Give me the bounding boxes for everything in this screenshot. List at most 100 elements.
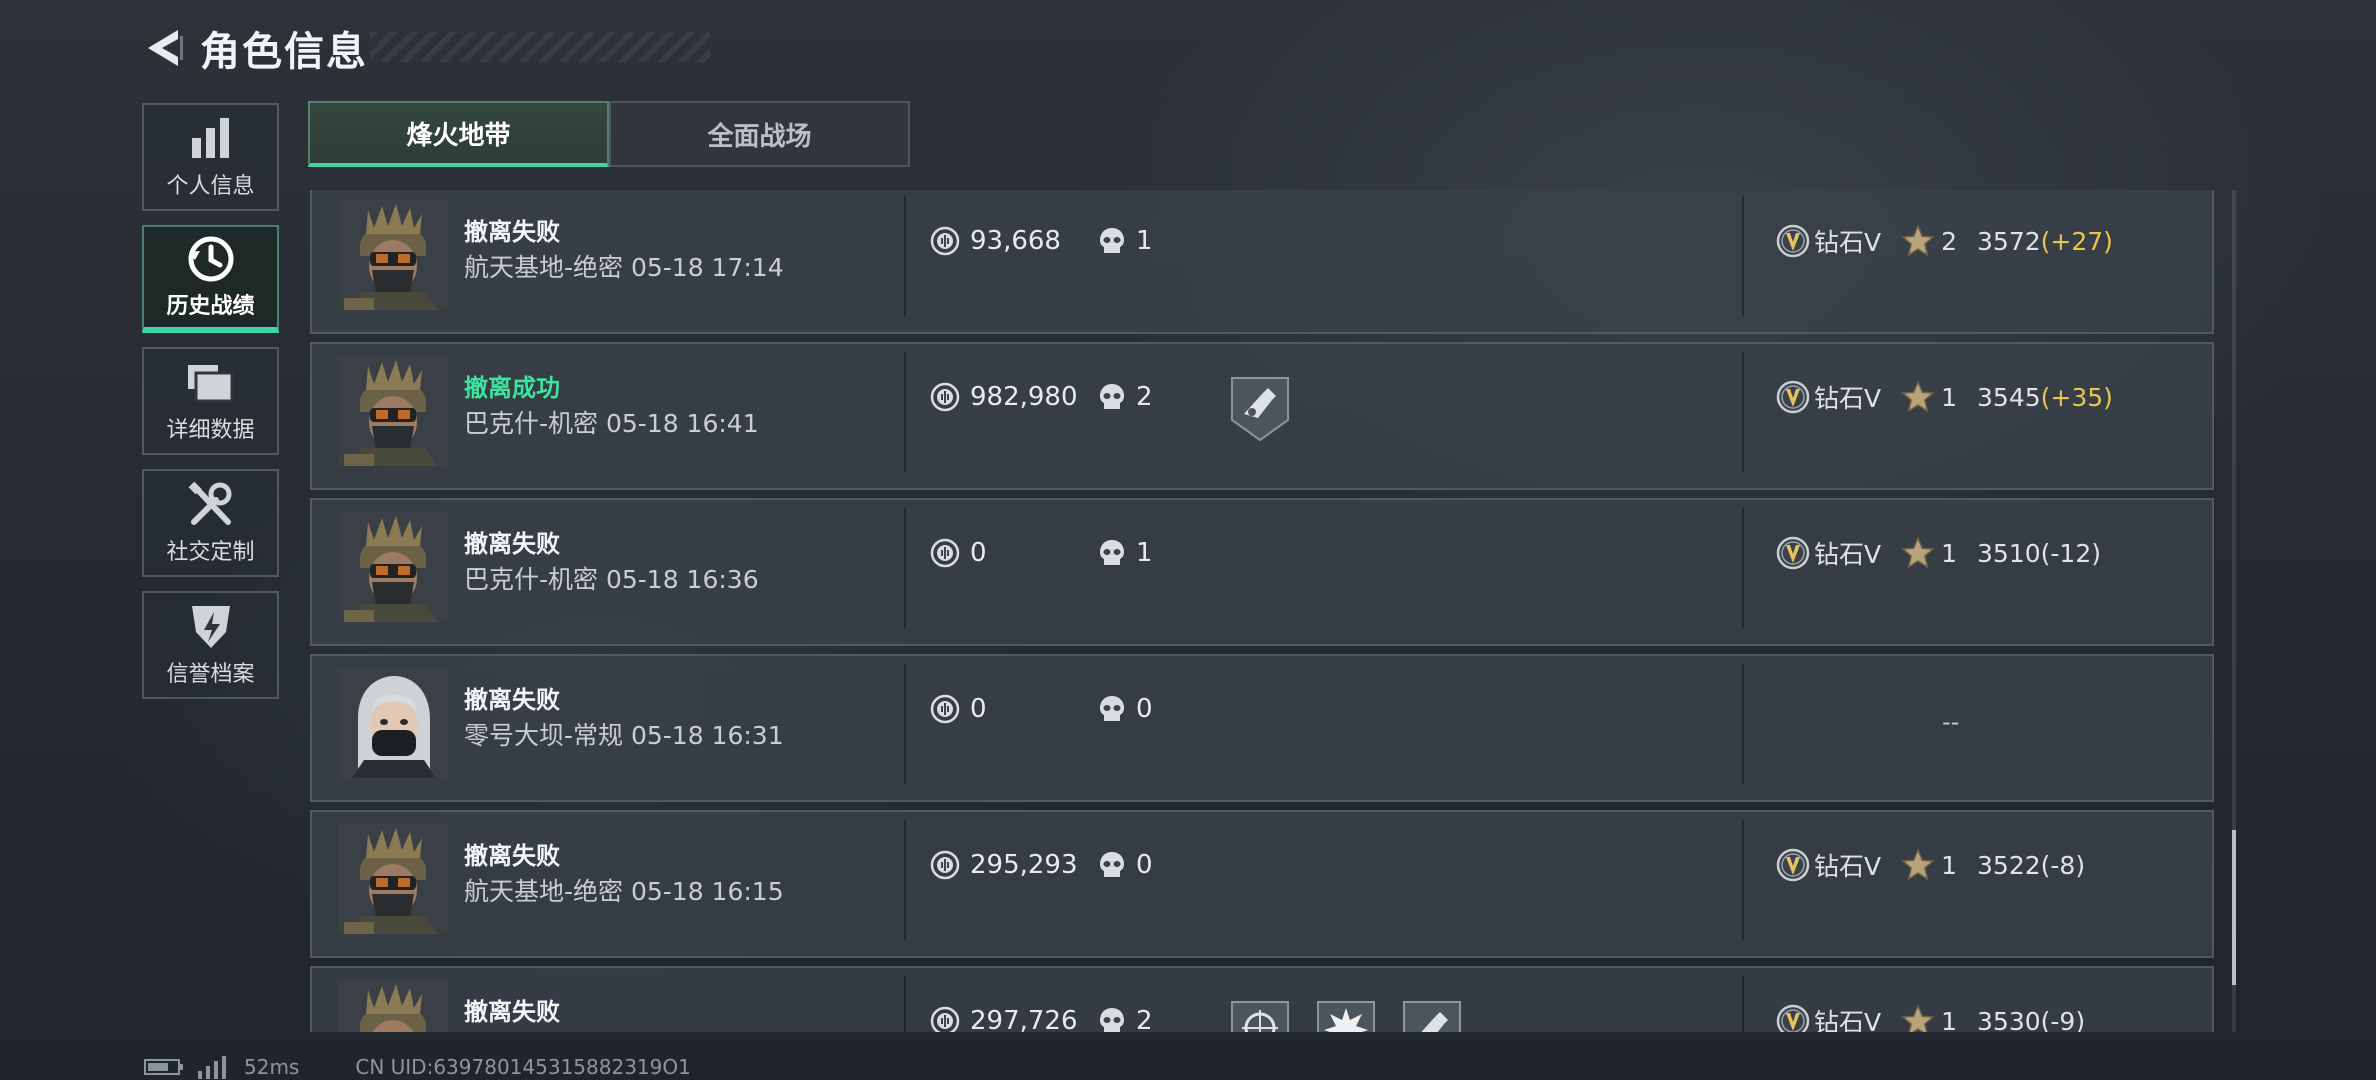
loot-value: 0 bbox=[930, 538, 987, 568]
sidebar-item-detailed-data[interactable]: 详细数据 bbox=[142, 347, 279, 455]
extraction-result: 撤离失败 bbox=[464, 530, 560, 558]
skull-icon bbox=[1098, 226, 1126, 256]
loot-value-text: 297,726 bbox=[970, 1006, 1078, 1032]
skull-icon bbox=[1098, 694, 1126, 724]
kill-count: 1 bbox=[1098, 538, 1153, 568]
mode-tabs: 烽火地带 全面战场 bbox=[308, 101, 910, 167]
score-delta: (-8) bbox=[2040, 850, 2086, 880]
kill-count: 0 bbox=[1098, 850, 1153, 880]
column-divider bbox=[904, 508, 906, 628]
column-divider bbox=[1742, 976, 1744, 1032]
extraction-result: 撤离失败 bbox=[464, 218, 560, 246]
rank-name: 钻石V bbox=[1814, 1008, 1882, 1032]
score-delta: (-9) bbox=[2040, 1006, 2086, 1033]
kill-count-text: 0 bbox=[1136, 850, 1153, 880]
star-count: 2 bbox=[1941, 226, 1958, 256]
rescue-medal-icon[interactable] bbox=[1400, 998, 1464, 1032]
match-history-list[interactable]: 撤离失败 航天基地-绝密 05-18 17:14 93,668 1 钻石V 2 3572 (+… bbox=[308, 190, 2214, 1032]
column-divider bbox=[1742, 508, 1744, 628]
score-delta: (+35) bbox=[2040, 382, 2113, 412]
extraction-result: 撤离失败 bbox=[464, 686, 560, 714]
skull-icon bbox=[1098, 382, 1126, 412]
sidebar-item-label: 详细数据 bbox=[166, 418, 255, 443]
title-decoration bbox=[370, 32, 710, 62]
operator-avatar bbox=[338, 980, 448, 1032]
kill-count-text: 0 bbox=[1136, 694, 1153, 724]
kill-count-text: 1 bbox=[1136, 226, 1153, 256]
sidebar-item-reputation[interactable]: 信誉档案 bbox=[142, 591, 279, 699]
match-row[interactable]: 撤离失败 297,726 2 钻石V 1 3530 (-9) bbox=[310, 966, 2214, 1032]
star-icon bbox=[1901, 848, 1936, 882]
rank-score: 3545 bbox=[1977, 382, 2041, 412]
map-and-time: 巴克什-机密 05-18 16:41 bbox=[464, 409, 759, 438]
list-scrollbar[interactable] bbox=[2232, 190, 2236, 1032]
skull-icon bbox=[1098, 538, 1126, 568]
star-icon bbox=[1901, 1004, 1936, 1032]
match-row[interactable]: 撤离失败 航天基地-绝密 05-18 16:15 295,293 0 钻石V 1 3522(… bbox=[310, 810, 2214, 958]
kill-count-text: 1 bbox=[1136, 538, 1153, 568]
back-button[interactable] bbox=[140, 25, 186, 71]
column-divider bbox=[904, 664, 906, 784]
extraction-result: 撤离失败 bbox=[464, 842, 560, 870]
column-divider bbox=[904, 196, 906, 316]
coin-icon bbox=[930, 850, 960, 880]
match-row[interactable]: 撤离成功 巴克什-机密 05-18 16:41 982,980 2 钻石V 1 3545 (+… bbox=[310, 342, 2214, 490]
score-delta: (+27) bbox=[2040, 226, 2113, 256]
star-icon bbox=[1901, 536, 1936, 570]
sidebar-item-label: 历史战绩 bbox=[166, 294, 255, 319]
map-and-time: 零号大坝-常规 05-18 16:31 bbox=[464, 721, 784, 750]
bar-chart-icon bbox=[188, 114, 234, 164]
history-clock-icon bbox=[186, 234, 236, 284]
column-divider bbox=[1742, 664, 1744, 784]
operator-avatar bbox=[338, 824, 448, 934]
medal-list bbox=[1228, 374, 1292, 442]
score-delta: (-12) bbox=[2040, 538, 2101, 568]
scrollbar-thumb[interactable] bbox=[2232, 830, 2236, 985]
extraction-result: 撤离成功 bbox=[464, 374, 560, 402]
reputation-icon bbox=[188, 602, 234, 652]
loot-value: 295,293 bbox=[930, 850, 1078, 880]
rank-name: 钻石V bbox=[1814, 228, 1882, 257]
operator-avatar bbox=[338, 512, 448, 622]
sidebar-item-label: 个人信息 bbox=[166, 174, 255, 199]
match-row[interactable]: 撤离失败 零号大坝-常规 05-18 16:31 0 0 -- bbox=[310, 654, 2214, 802]
coin-icon bbox=[930, 1006, 960, 1032]
skull-icon bbox=[1098, 1006, 1126, 1032]
loot-value-text: 93,668 bbox=[970, 226, 1061, 256]
star-count: 1 bbox=[1941, 850, 1958, 880]
loot-value-text: 982,980 bbox=[970, 382, 1078, 412]
coin-icon bbox=[930, 382, 960, 412]
battery-icon bbox=[144, 1059, 183, 1075]
skull-icon bbox=[1098, 850, 1126, 880]
column-divider bbox=[1742, 352, 1744, 472]
loot-value: 982,980 bbox=[930, 382, 1078, 412]
back-arrow-icon bbox=[148, 30, 183, 66]
explosion-medal-icon[interactable] bbox=[1314, 998, 1378, 1032]
rank-info: 钻石V 1 3522 (-8) bbox=[1776, 846, 2085, 884]
column-divider bbox=[904, 976, 906, 1032]
sidebar-item-history[interactable]: 历史战绩 bbox=[142, 225, 279, 333]
operator-avatar bbox=[338, 200, 448, 310]
match-row[interactable]: 撤离失败 航天基地-绝密 05-18 17:14 93,668 1 钻石V 2 3572 (+… bbox=[310, 190, 2214, 334]
tab-full-battlefield[interactable]: 全面战场 bbox=[609, 101, 910, 167]
page-title: 角色信息 bbox=[200, 29, 368, 75]
sidebar-item-social[interactable]: 社交定制 bbox=[142, 469, 279, 577]
sidebar-item-personal-info[interactable]: 个人信息 bbox=[142, 103, 279, 211]
sidebar-item-label: 社交定制 bbox=[166, 540, 255, 565]
rescue-medal-icon[interactable] bbox=[1228, 374, 1292, 442]
folder-icon bbox=[186, 358, 236, 408]
coin-icon bbox=[930, 226, 960, 256]
rank-v-icon bbox=[1776, 222, 1810, 260]
rank-info: 钻石V 1 3510 (-12) bbox=[1776, 534, 2101, 572]
rank-info: 钻石V 1 3530 (-9) bbox=[1776, 1002, 2085, 1032]
tab-warfare-zone[interactable]: 烽火地带 bbox=[308, 101, 609, 167]
match-row[interactable]: 撤离失败 巴克什-机密 05-18 16:36 0 1 钻石V 1 3510 (-12) bbox=[310, 498, 2214, 646]
status-bar: 52ms CN UID:639780145315882319O1 bbox=[144, 1054, 691, 1080]
scope-medal-icon[interactable] bbox=[1228, 998, 1292, 1032]
rank-score: 3522 bbox=[1977, 850, 2041, 880]
kill-count: 2 bbox=[1098, 382, 1153, 412]
kill-count: 2 bbox=[1098, 1006, 1153, 1032]
loot-value: 297,726 bbox=[930, 1006, 1078, 1032]
rank-info: 钻石V 2 3572 (+27) bbox=[1776, 222, 2113, 260]
no-rank-placeholder: -- bbox=[1942, 708, 1960, 736]
